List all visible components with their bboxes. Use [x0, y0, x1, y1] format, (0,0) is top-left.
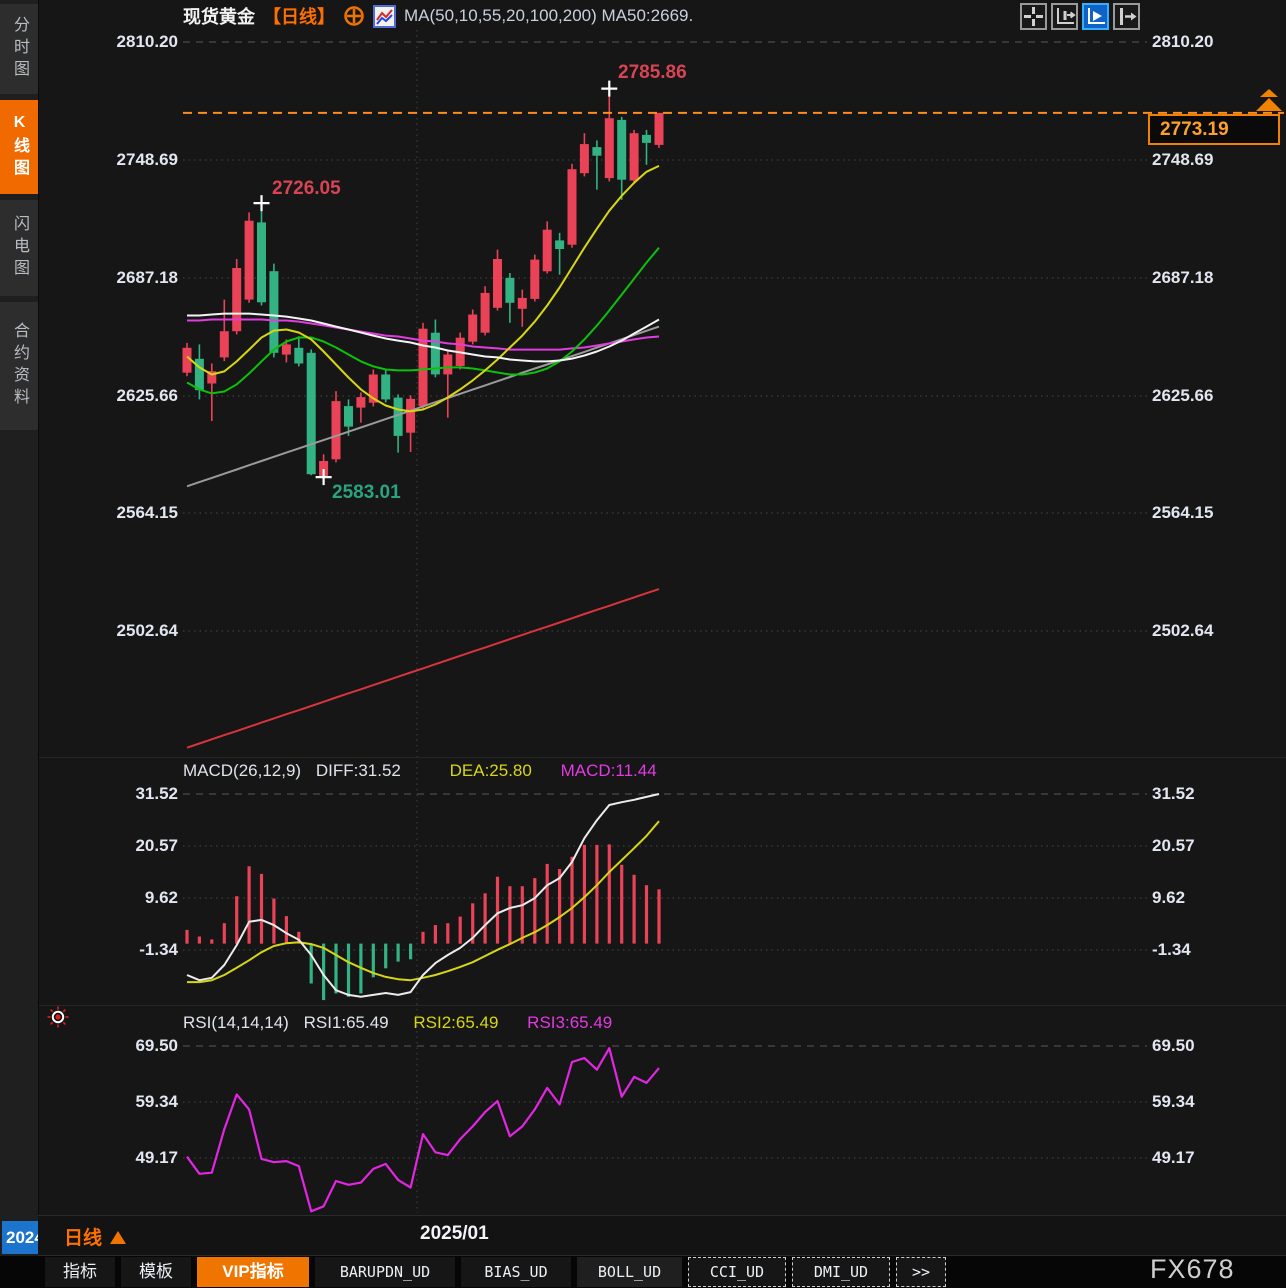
macd-axis-label: 31.52 [1152, 783, 1282, 805]
price-axis-label: 2810.20 [40, 31, 178, 53]
sidebar-item-timeshare-chart[interactable]: 分时图 [0, 4, 38, 94]
tab-barupdn-ud[interactable]: BARUPDN_UD [315, 1257, 455, 1287]
period-selector[interactable]: 日线 [64, 1223, 126, 1250]
low-price-label: 2583.01 [332, 482, 401, 504]
macd-axis-label: 20.57 [40, 835, 178, 857]
rsi-axis-label: 59.34 [1152, 1091, 1282, 1113]
price-axis-label: 2810.20 [1152, 31, 1282, 53]
watermark: FX678 [1150, 1254, 1235, 1285]
price-axis-label: 2502.64 [1152, 620, 1282, 642]
ma-legend-text: MA(50,10,55,20,100,200) MA50:2669. [404, 6, 693, 26]
date-axis-label: 2025/01 [420, 1223, 489, 1245]
price-axis-label: 2564.15 [40, 502, 178, 524]
crosshair-tool-button[interactable] [1020, 3, 1047, 30]
sidebar-item-contract-info[interactable]: 合约资料 [0, 302, 38, 430]
app-window: 分时图 K线图 闪电图 合约资料 2024 现货黄金 【日线】 MA(50,10… [0, 0, 1286, 1288]
period-up-arrow-icon [110, 1231, 126, 1244]
tab-indicators[interactable]: 指标 [45, 1257, 115, 1287]
kline-chart-canvas[interactable] [0, 0, 1286, 1288]
peak-price-label: 2726.05 [272, 178, 341, 200]
chart-toolbar [1020, 3, 1140, 30]
tab-dmi-ud[interactable]: DMI_UD [792, 1257, 890, 1287]
tab-templates[interactable]: 模板 [121, 1257, 191, 1287]
tab-boll-ud[interactable]: BOLL_UD [577, 1257, 682, 1287]
indicator-settings-icon[interactable] [47, 1006, 69, 1033]
macd-axis-label: 20.57 [1152, 835, 1282, 857]
chart-header: 现货黄金 【日线】 MA(50,10,55,20,100,200) MA50:2… [183, 2, 693, 30]
price-axis-label: 2748.69 [40, 149, 178, 171]
divider [38, 1005, 1286, 1006]
divider [38, 757, 1286, 758]
tab-cci-ud[interactable]: CCI_UD [688, 1257, 786, 1287]
rsi-axis-label: 49.17 [40, 1147, 178, 1169]
macd-diff-value: DIFF:31.52 [316, 761, 401, 780]
price-axis-label: 2687.18 [1152, 267, 1282, 289]
sidebar-item-lightning-chart[interactable]: 闪电图 [0, 200, 38, 296]
axis-scale-tool-button[interactable] [1051, 3, 1078, 30]
rsi-axis-label: 49.17 [1152, 1147, 1282, 1169]
mini-chart-icon[interactable] [373, 5, 396, 28]
tab-more[interactable]: >> [896, 1257, 946, 1287]
jump-to-end-tool-button[interactable] [1113, 3, 1140, 30]
rsi-axis-label: 59.34 [40, 1091, 178, 1113]
macd-name: MACD(26,12,9) [183, 761, 301, 780]
macd-pane-header: MACD(26,12,9) DIFF:31.52 DEA:25.80 MACD:… [183, 761, 657, 781]
sidebar-item-kline-chart[interactable]: K线图 [0, 100, 38, 194]
rsi-axis-label: 69.50 [40, 1035, 178, 1057]
price-axis-label: 2625.66 [40, 385, 178, 407]
current-price-box: 2773.19 [1148, 114, 1280, 145]
axis-play-tool-button[interactable] [1082, 3, 1109, 30]
price-axis-label: 2687.18 [40, 267, 178, 289]
rsi3-value: RSI3:65.49 [527, 1013, 612, 1032]
period-tag: 【日线】 [263, 3, 335, 29]
tab-bias-ud[interactable]: BIAS_UD [461, 1257, 571, 1287]
tab-vip-indicators[interactable]: VIP指标 [197, 1257, 309, 1287]
sidebar: 分时图 K线图 闪电图 合约资料 2024 [0, 0, 39, 1288]
axis-start-year-badge: 2024 [2, 1221, 42, 1254]
rsi-name: RSI(14,14,14) [183, 1013, 289, 1032]
rsi-axis-label: 69.50 [1152, 1035, 1282, 1057]
scroll-to-latest-icon[interactable] [1256, 88, 1282, 112]
macd-axis-label: -1.34 [40, 939, 178, 961]
rsi1-value: RSI1:65.49 [304, 1013, 389, 1032]
price-axis-label: 2748.69 [1152, 149, 1282, 171]
rsi-pane-header: RSI(14,14,14) RSI1:65.49 RSI2:65.49 RSI3… [183, 1013, 612, 1033]
macd-axis-label: 9.62 [40, 887, 178, 909]
macd-hist-value: MACD:11.44 [561, 761, 657, 780]
indicator-tabbar: 指标 模板 VIP指标 BARUPDN_UD BIAS_UD BOLL_UD C… [0, 1256, 1286, 1288]
timeline-row: 日线 2025/01 [38, 1215, 1286, 1256]
price-axis-label: 2564.15 [1152, 502, 1282, 524]
price-axis-label: 2625.66 [1152, 385, 1282, 407]
rsi2-value: RSI2:65.49 [413, 1013, 498, 1032]
symbol-title: 现货黄金 [183, 3, 255, 29]
crosshair-target-icon[interactable] [343, 5, 365, 27]
macd-axis-label: -1.34 [1152, 939, 1282, 961]
macd-axis-label: 9.62 [1152, 887, 1282, 909]
price-axis-label: 2502.64 [40, 620, 178, 642]
macd-dea-value: DEA:25.80 [450, 761, 532, 780]
macd-axis-label: 31.52 [40, 783, 178, 805]
high-price-label: 2785.86 [618, 62, 687, 84]
